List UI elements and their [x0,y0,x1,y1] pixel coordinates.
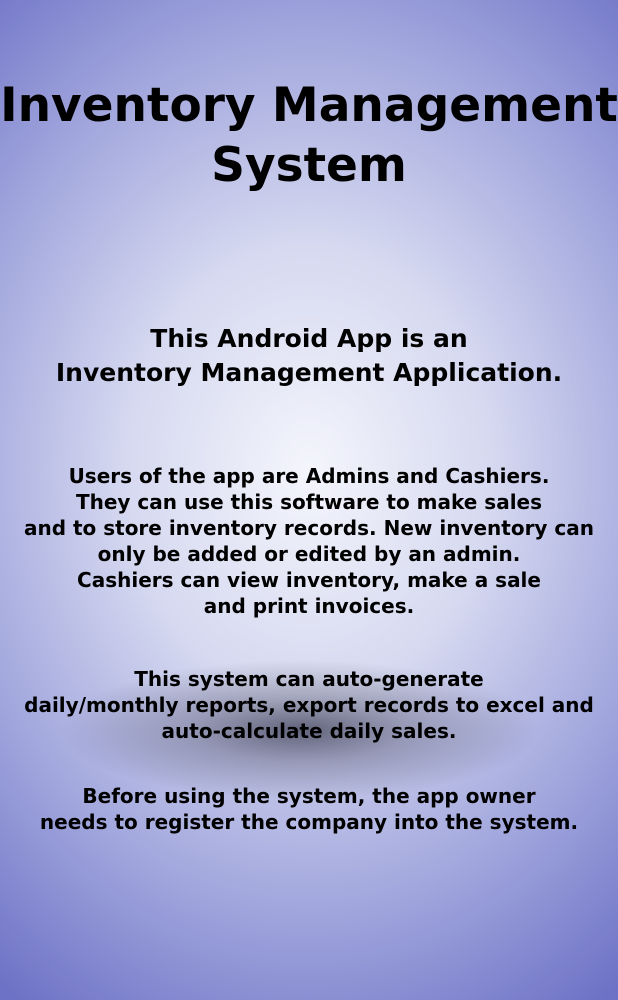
description-line-3: and to store inventory records. New inve… [23,516,595,540]
intro-text: This Android App is an Inventory Managem… [0,322,618,390]
description-line-5: Cashiers can view inventory, make a sale [77,568,541,592]
setup-note-text: Before using the system, the app owner n… [0,783,618,835]
description-line-6: and print invoices. [203,594,415,618]
features-line-1: This system can auto-generate [134,667,484,691]
features-text: This system can auto-generate daily/mont… [0,666,618,744]
page-title-line-2: System [211,138,407,193]
promo-screen: Inventory Management System This Android… [0,0,618,1000]
intro-line-1: This Android App is an [150,324,468,353]
features-line-2: daily/monthly reports, export records to… [24,693,594,717]
setup-note-line-2: needs to register the company into the s… [39,810,579,834]
features-line-3: auto-calculate daily sales. [161,719,457,743]
description-line-4: only be added or edited by an admin. [97,542,521,566]
page-title: Inventory Management System [0,76,618,196]
setup-note-line-1: Before using the system, the app owner [82,784,536,808]
description-line-2: They can use this software to make sales [75,490,543,514]
description-line-1: Users of the app are Admins and Cashiers… [68,464,550,488]
intro-line-2: Inventory Management Application. [55,358,563,387]
page-title-line-1: Inventory Management [0,78,618,133]
description-text: Users of the app are Admins and Cashiers… [0,463,618,619]
